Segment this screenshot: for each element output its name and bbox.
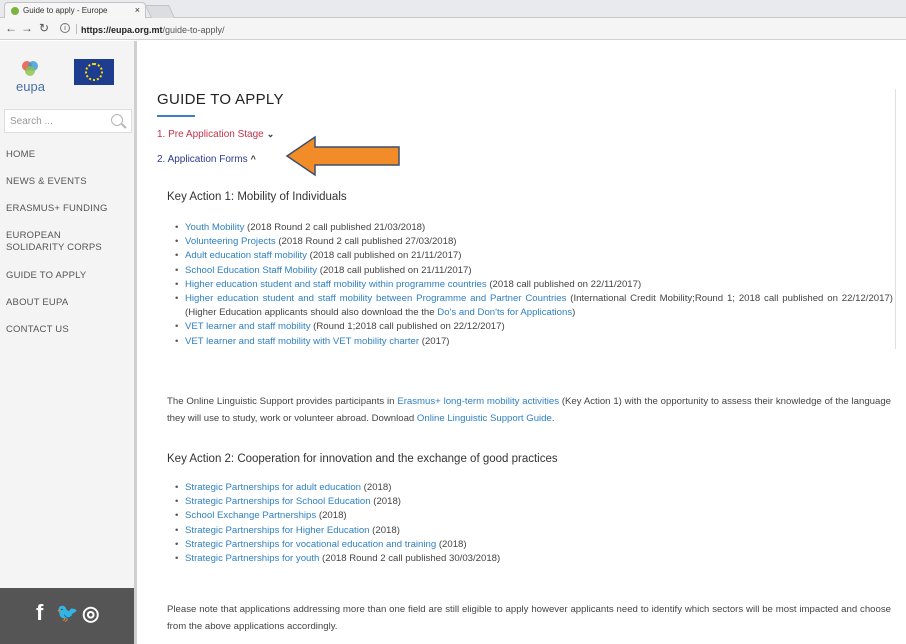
item-note: (2018) xyxy=(369,524,400,536)
info-icon[interactable]: i xyxy=(60,23,70,33)
list-item: Strategic Partnerships for adult educati… xyxy=(175,481,893,495)
page-title: GUIDE TO APPLY xyxy=(157,91,284,108)
link-dos-donts[interactable]: Do's and Don'ts for Applications xyxy=(437,307,572,318)
url-path: /guide-to-apply/ xyxy=(162,25,225,35)
list-item: Strategic Partnerships for Higher Educat… xyxy=(175,524,893,538)
accordion-pre-application[interactable]: 1. Pre Application Stage ⌄ xyxy=(157,129,274,140)
link-school-exchange[interactable]: School Exchange Partnerships xyxy=(185,510,316,521)
instagram-icon[interactable]: ◎ xyxy=(82,601,99,626)
browser-tab[interactable]: Guide to apply - Europe × xyxy=(4,2,146,18)
item-note: (2018 call published on 21/11/2017) xyxy=(317,264,472,276)
link-higher-ed-partner[interactable]: Higher education student and staff mobil… xyxy=(185,293,566,304)
chevron-down-icon: ⌄ xyxy=(266,129,275,139)
search-input[interactable]: Search ... xyxy=(4,109,132,133)
link-sp-higher[interactable]: Strategic Partnerships for Higher Educat… xyxy=(185,525,370,536)
new-tab-button[interactable] xyxy=(144,5,176,18)
ols-text: The Online Linguistic Support provides p… xyxy=(167,396,398,407)
list-item: Higher education student and staff mobil… xyxy=(175,278,893,292)
item-note: (2018 call published on 21/11/2017) xyxy=(306,250,462,262)
browser-tabbar: Guide to apply - Europe × xyxy=(0,0,906,18)
ka2-heading: Key Action 2: Cooperation for innovation… xyxy=(167,453,558,465)
link-sp-adult[interactable]: Strategic Partnerships for adult educati… xyxy=(185,482,361,493)
tab-title: Guide to apply - Europe xyxy=(23,6,108,15)
social-bar: f 🐦 ◎ xyxy=(0,588,134,644)
eupa-logo-icon xyxy=(22,61,38,76)
item-note: (2018) xyxy=(361,482,392,493)
ols-paragraph: The Online Linguistic Support provides p… xyxy=(167,393,891,427)
link-vet-charter[interactable]: VET learner and staff mobility with VET … xyxy=(185,336,419,347)
facebook-icon[interactable]: f xyxy=(36,600,43,626)
item-note: (2018) xyxy=(316,510,347,522)
ka1-heading: Key Action 1: Mobility of Individuals xyxy=(167,191,347,203)
accordion-application-forms-label: 2. Application Forms xyxy=(157,154,248,165)
ka2-list: Strategic Partnerships for adult educati… xyxy=(175,481,893,566)
sidebar-item-home[interactable]: HOME xyxy=(6,149,35,161)
search-placeholder: Search ... xyxy=(10,116,53,127)
list-item: Strategic Partnerships for youth (2018 R… xyxy=(175,552,893,566)
list-item: Adult education staff mobility (2018 cal… xyxy=(175,249,893,263)
list-item: Youth Mobility (2018 Round 2 call publis… xyxy=(175,221,893,235)
main-content: GUIDE TO APPLY 1. Pre Application Stage ⌄… xyxy=(137,41,906,644)
link-school-education-staff[interactable]: School Education Staff Mobility xyxy=(185,265,317,276)
sidebar-item-contact-us[interactable]: CONTACT US xyxy=(6,324,69,336)
ka1-list: Youth Mobility (2018 Round 2 call publis… xyxy=(175,221,893,349)
chevron-up-icon: ^ xyxy=(250,154,256,164)
link-long-term-mobility[interactable]: Erasmus+ long-term mobility activities xyxy=(397,396,559,407)
url-field[interactable]: i https://eupa.org.mt/guide-to-apply/ xyxy=(60,21,900,37)
search-icon[interactable] xyxy=(111,114,123,126)
accordion-pre-application-label: 1. Pre Application Stage xyxy=(157,129,264,140)
list-item: Higher education student and staff mobil… xyxy=(175,292,893,320)
list-item: Strategic Partnerships for School Educat… xyxy=(175,495,893,509)
list-item: VET learner and staff mobility with VET … xyxy=(175,335,893,349)
link-sp-youth[interactable]: Strategic Partnerships for youth xyxy=(185,553,319,564)
ols-text: . xyxy=(551,413,555,424)
link-sp-school[interactable]: Strategic Partnerships for School Educat… xyxy=(185,496,371,507)
link-vet-mobility[interactable]: VET learner and staff mobility xyxy=(185,321,311,332)
favicon-icon xyxy=(11,7,19,15)
accordion-application-forms[interactable]: 2. Application Forms ^ xyxy=(157,154,256,165)
sidebar-item-about-eupa[interactable]: ABOUT EUPA xyxy=(6,297,68,309)
item-note: (2017) xyxy=(419,335,450,347)
item-note: (2018) xyxy=(436,538,467,550)
logo-text: eupa xyxy=(16,79,45,94)
item-note: (2018 call published on 22/11/2017) xyxy=(486,278,642,290)
item-note: (Round 1;2018 call published on 22/12/20… xyxy=(310,321,505,333)
link-sp-vet[interactable]: Strategic Partnerships for vocational ed… xyxy=(185,539,436,550)
item-note: (2018) xyxy=(370,496,401,508)
item-note: (2018 Round 2 call published 27/03/2018) xyxy=(275,236,457,248)
url-host: https://eupa.org.mt xyxy=(81,25,163,35)
address-bar-row: ← → ↻ i https://eupa.org.mt/guide-to-app… xyxy=(0,18,906,40)
item-note: (2018 Round 2 call published 21/03/2018) xyxy=(244,222,426,233)
link-higher-ed-programme[interactable]: Higher education student and staff mobil… xyxy=(185,279,487,290)
sidebar-item-erasmus-funding[interactable]: ERASMUS+ FUNDING xyxy=(6,203,108,215)
link-adult-education-staff[interactable]: Adult education staff mobility xyxy=(185,250,307,261)
link-volunteering-projects[interactable]: Volunteering Projects xyxy=(185,236,276,247)
title-underline xyxy=(157,115,195,117)
list-item: Volunteering Projects (2018 Round 2 call… xyxy=(175,235,893,249)
sidebar: eupa Search ... HOME NEWS & EVENTS ERASM… xyxy=(0,41,137,644)
link-youth-mobility[interactable]: Youth Mobility xyxy=(185,222,244,233)
sidebar-item-guide-to-apply[interactable]: GUIDE TO APPLY xyxy=(6,270,86,282)
forward-arrow-icon[interactable]: → xyxy=(20,21,34,35)
eu-flag-icon xyxy=(74,59,114,85)
item-note: (2018 Round 2 call published 30/03/2018) xyxy=(319,553,501,565)
content-divider xyxy=(895,89,896,349)
item-note: ) xyxy=(572,307,576,319)
sidebar-item-news-events[interactable]: NEWS & EVENTS xyxy=(6,176,87,188)
reload-icon[interactable]: ↻ xyxy=(37,21,51,35)
link-ols-guide[interactable]: Online Linguistic Support Guide xyxy=(417,413,552,424)
url-separator xyxy=(76,24,77,34)
list-item: VET learner and staff mobility (Round 1;… xyxy=(175,320,893,334)
sidebar-item-solidarity-corps[interactable]: EUROPEAN SOLIDARITY CORPS xyxy=(6,230,116,254)
list-item: Strategic Partnerships for vocational ed… xyxy=(175,538,893,552)
list-item: School Exchange Partnerships (2018) xyxy=(175,509,893,523)
orange-arrow-annotation xyxy=(285,135,400,177)
note-paragraph: Please note that applications addressing… xyxy=(167,604,891,632)
list-item: School Education Staff Mobility (2018 ca… xyxy=(175,264,893,278)
back-arrow-icon[interactable]: ← xyxy=(4,21,18,35)
twitter-icon[interactable]: 🐦 xyxy=(56,603,78,624)
close-tab-icon[interactable]: × xyxy=(135,5,140,15)
